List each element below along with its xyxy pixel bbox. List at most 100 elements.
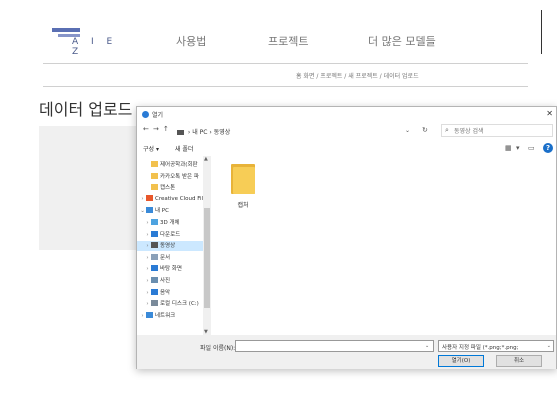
folder-icon	[146, 194, 153, 201]
nav-pane-item-label: 음악	[160, 289, 171, 296]
expand-chevron-icon[interactable]: ›	[144, 255, 151, 261]
chevron-down-icon[interactable]: ⌄	[405, 127, 410, 134]
dialog-titlebar[interactable]: 열기 ✕	[137, 107, 556, 122]
nav-pane-item[interactable]: › 바탕 화면	[137, 264, 203, 274]
path-segment-videos[interactable]: 동영상	[214, 129, 231, 136]
path-segment-pc[interactable]: 내 PC	[192, 129, 207, 136]
nav-pane-item[interactable]: 카카오톡 받은 파	[137, 172, 203, 182]
file-name: 캡처	[237, 202, 249, 209]
nav-scrollbar[interactable]: ▲ ▼	[203, 156, 211, 335]
page-title: 데이터 업로드	[39, 100, 133, 119]
nav-pane-item-label: 3D 개체	[160, 220, 180, 226]
divider	[541, 10, 542, 54]
folder-icon	[151, 219, 158, 225]
expand-chevron-icon[interactable]: ›	[144, 278, 151, 284]
file-item-folder[interactable]: 캡처	[223, 162, 263, 214]
close-icon[interactable]: ✕	[546, 109, 553, 118]
folder-icon	[151, 288, 158, 295]
expand-chevron-icon[interactable]: ›	[144, 220, 151, 226]
view-menu-chevron[interactable]: ▾	[516, 144, 520, 152]
folder-icon	[151, 230, 158, 237]
expand-chevron-icon[interactable]: ›	[144, 266, 151, 272]
nav-pane-item-label: 문서	[160, 254, 171, 261]
folder-icon	[151, 253, 158, 260]
nav-pane-item[interactable]: › 사진	[137, 276, 203, 286]
file-list: 캡처	[213, 156, 556, 335]
expand-chevron-icon[interactable]: ›	[144, 301, 151, 307]
folder-icon	[151, 172, 158, 179]
chrome-icon	[142, 111, 149, 118]
nav-pane-item-label: 다운로드	[160, 231, 181, 238]
video-folder-icon	[177, 130, 184, 135]
nav-pane-item-label: 카카오톡 받은 파	[160, 173, 199, 180]
breadcrumb: 홈 화면 / 프로젝트 / 새 프로젝트 / 데이터 업로드	[296, 73, 419, 80]
logo[interactable]: A I E Z	[52, 28, 122, 57]
new-folder-button[interactable]: 새 폴더	[175, 144, 193, 153]
expand-chevron-icon[interactable]: ›	[139, 196, 146, 202]
nav-pane-item[interactable]: › 로컬 디스크 (C:)	[137, 299, 203, 309]
nav-pane-item[interactable]: ⌄ 내 PC	[137, 206, 203, 216]
search-input[interactable]	[454, 126, 550, 136]
expand-chevron-icon[interactable]: ›	[139, 313, 146, 319]
nav-pane-item-label: 내 PC	[155, 208, 169, 215]
search-box[interactable]: ⌕	[441, 124, 553, 137]
preview-pane-icon[interactable]: ▭	[528, 144, 535, 152]
filename-label: 파일 이름(N):	[200, 345, 236, 352]
nav-link-usage[interactable]: 사용법	[176, 33, 206, 49]
command-bar: 구성 ▾ 새 폴더 ▦ ▾ ▭ ?	[137, 141, 556, 155]
nav-pane-item-label: 로컬 디스크 (C:)	[160, 301, 199, 308]
filename-input[interactable]	[235, 340, 434, 352]
filetype-value: 사용자 지정 파일 (*.png;*.png;	[442, 345, 519, 351]
folder-icon	[151, 265, 158, 272]
expand-chevron-icon[interactable]: ›	[144, 243, 151, 249]
expand-chevron-icon[interactable]: ⌄	[139, 208, 146, 214]
up-arrow-icon[interactable]: ↑	[163, 125, 169, 133]
help-icon[interactable]: ?	[543, 143, 553, 153]
upload-drop-area[interactable]	[39, 126, 139, 250]
filename-dropdown-icon[interactable]: ⌄	[425, 343, 429, 349]
expand-chevron-icon[interactable]: ›	[144, 232, 151, 238]
scroll-up-icon[interactable]: ▲	[204, 156, 208, 162]
folder-icon	[146, 207, 153, 214]
forward-arrow-icon[interactable]: →	[153, 125, 159, 133]
page-footer-band	[43, 385, 528, 412]
nav-link-projects[interactable]: 프로젝트	[268, 33, 308, 49]
nav-pane-item[interactable]: › 3D 개체	[137, 218, 203, 228]
back-arrow-icon[interactable]: ←	[143, 125, 149, 133]
folder-icon	[151, 184, 158, 191]
path-separator: ›	[209, 129, 212, 136]
nav-link-more-models[interactable]: 더 많은 모델들	[368, 33, 436, 49]
folder-icon	[151, 300, 158, 307]
scroll-thumb[interactable]	[204, 208, 210, 308]
nav-pane-item[interactable]: › Creative Cloud Fil	[137, 194, 203, 205]
refresh-icon[interactable]: ↻	[422, 126, 428, 134]
nav-pane-item[interactable]: 캡스톤	[137, 183, 203, 193]
nav-pane-item[interactable]: › 문서	[137, 253, 203, 263]
nav-pane-item-label: 네트워크	[155, 312, 176, 319]
address-path: › 내 PC › 동영상	[177, 127, 230, 136]
view-grid-icon[interactable]: ▦	[505, 144, 512, 152]
nav-pane-item-label: Creative Cloud Fil	[155, 195, 203, 202]
nav-pane-item[interactable]: › 네트워크	[137, 311, 203, 321]
nav-pane-item[interactable]: › 동영상	[137, 241, 203, 252]
address-row: ← → ↑ › 내 PC › 동영상 ⌄ ↻ ⌕	[137, 122, 556, 139]
cancel-button[interactable]: 취소	[496, 355, 542, 367]
nav-pane-item-label: 제어공학과(회판	[160, 162, 198, 168]
folder-icon	[151, 277, 158, 283]
nav-pane-item-label: 동영상	[160, 243, 176, 250]
filetype-select[interactable]: 사용자 지정 파일 (*.png;*.png; ⌄	[438, 340, 554, 352]
folder-icon	[151, 161, 158, 167]
nav-pane-item[interactable]: › 음악	[137, 288, 203, 298]
app-page: A I E Z 사용법 프로젝트 더 많은 모델들 홈 화면 / 프로젝트 / …	[0, 0, 557, 412]
nav-pane-item[interactable]: › 다운로드	[137, 230, 203, 240]
open-button[interactable]: 열기(O)	[438, 355, 484, 367]
nav-pane-item[interactable]: 제어공학과(회판	[137, 160, 203, 170]
logo-text: A I E Z	[72, 37, 118, 57]
folder-icon	[146, 311, 153, 318]
navigation-pane: 제어공학과(회판카카오톡 받은 파캡스톤 › Creative Cloud Fil ⌄…	[137, 156, 211, 335]
nav-pane-item-label: 사진	[160, 278, 171, 284]
path-separator: ›	[187, 129, 191, 136]
expand-chevron-icon[interactable]: ›	[144, 290, 151, 296]
divider	[43, 63, 528, 64]
organize-button[interactable]: 구성 ▾	[143, 144, 159, 153]
